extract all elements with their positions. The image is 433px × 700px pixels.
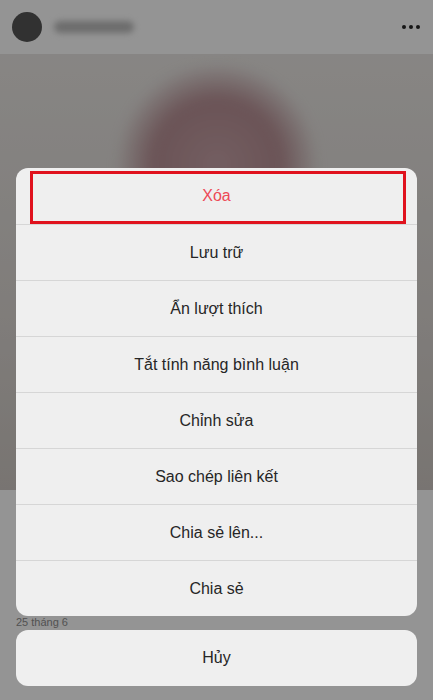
cancel-button[interactable]: Hủy <box>16 630 417 686</box>
action-item[interactable]: Chia sẻ lên... <box>16 504 417 560</box>
action-item[interactable]: Lưu trữ <box>16 224 417 280</box>
action-sheet: Xóa Lưu trữ Ẩn lượt thích Tắt tính năng … <box>16 168 417 616</box>
action-item[interactable]: Xóa <box>16 168 417 224</box>
action-item[interactable]: Sao chép liên kết <box>16 448 417 504</box>
action-item[interactable]: Chỉnh sửa <box>16 392 417 448</box>
action-item[interactable]: Tắt tính năng bình luận <box>16 336 417 392</box>
action-item[interactable]: Chia sẻ <box>16 560 417 616</box>
screen: 25 tháng 6 Xóa Lưu trữ Ẩn lượt thích Tắt… <box>0 0 433 700</box>
action-item[interactable]: Ẩn lượt thích <box>16 280 417 336</box>
